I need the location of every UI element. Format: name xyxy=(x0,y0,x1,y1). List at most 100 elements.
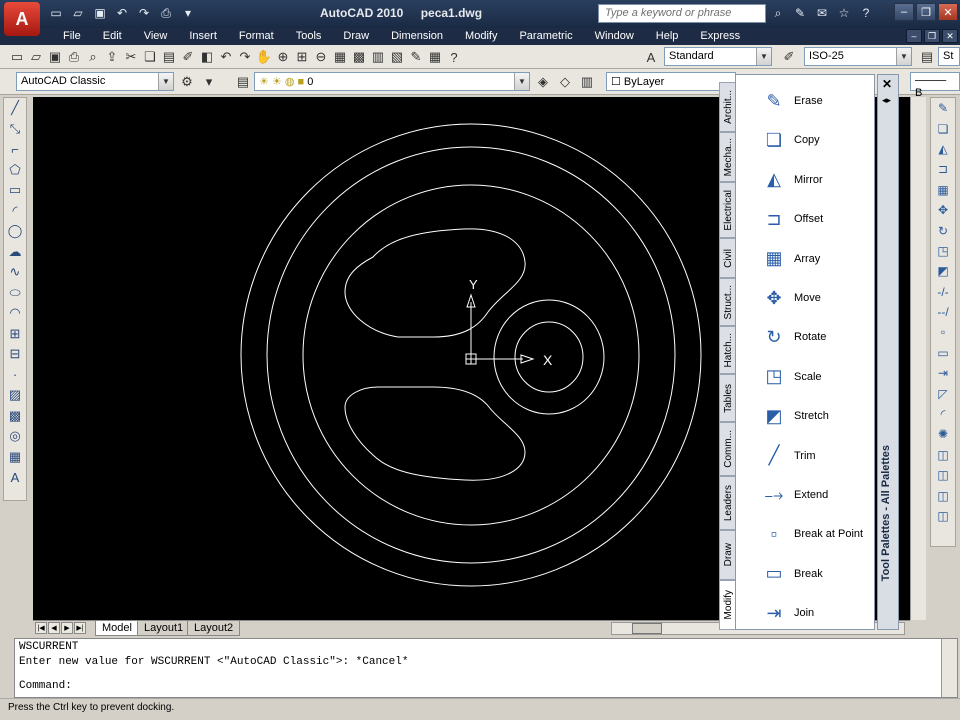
make-block-icon[interactable]: ⊟ xyxy=(4,344,26,365)
menu-dimension[interactable]: Dimension xyxy=(380,29,454,43)
palette-tool-trim[interactable]: ╱ Trim xyxy=(760,441,880,471)
draworder-under-icon[interactable]: ◫ xyxy=(931,506,955,526)
revcloud-icon[interactable]: ☁ xyxy=(4,242,26,263)
break-at-point-icon[interactable]: ▫ xyxy=(931,322,955,342)
copy-icon[interactable]: ❏ xyxy=(931,118,955,138)
redo-icon[interactable]: ↷ xyxy=(134,4,154,22)
pan-icon[interactable]: ✋ xyxy=(255,48,273,66)
break-icon[interactable]: ▭ xyxy=(931,343,955,363)
tool-palettes-icon[interactable]: ▥ xyxy=(369,48,387,66)
close-icon[interactable]: ✕ xyxy=(882,77,892,91)
paste-icon[interactable]: ▤ xyxy=(160,48,178,66)
save-icon[interactable]: ▣ xyxy=(90,4,110,22)
draworder-above-icon[interactable]: ◫ xyxy=(931,485,955,505)
palette-tool-stretch[interactable]: ◩ Stretch xyxy=(760,401,880,431)
chevron-down-icon[interactable]: ▼ xyxy=(896,48,911,65)
layer-states-icon[interactable]: ▥ xyxy=(578,73,596,91)
help-icon[interactable]: ? xyxy=(445,48,463,66)
last-tab-icon[interactable]: ▶| xyxy=(74,622,86,634)
scroll-thumb[interactable] xyxy=(632,623,662,634)
chevron-down-icon[interactable]: ▼ xyxy=(158,73,173,90)
command-scrollbar[interactable] xyxy=(941,639,957,697)
text-style-select[interactable]: Standard ▼ xyxy=(664,47,772,66)
palette-titlebar[interactable]: ✕ ◂▸ Tool Palettes - All Palettes xyxy=(877,74,899,630)
copy-clip-icon[interactable]: ❏ xyxy=(141,48,159,66)
zoom-previous-icon[interactable]: ⊖ xyxy=(312,48,330,66)
palette-tool-rotate[interactable]: ↻ Rotate xyxy=(760,322,880,352)
menu-view[interactable]: View xyxy=(133,29,179,43)
next-tab-icon[interactable]: ▶ xyxy=(61,622,73,634)
markup-icon[interactable]: ✎ xyxy=(407,48,425,66)
trim-icon[interactable]: -/- xyxy=(931,282,955,302)
menu-insert[interactable]: Insert xyxy=(178,29,228,43)
redo-icon[interactable]: ↷ xyxy=(236,48,254,66)
help-search-input[interactable]: Type a keyword or phrase xyxy=(598,4,766,23)
palette-tool-scale[interactable]: ◳ Scale xyxy=(760,362,880,392)
make-current-layer-icon[interactable]: ◈ xyxy=(534,73,552,91)
application-menu-button[interactable]: A xyxy=(4,2,40,36)
text-style-icon[interactable]: A xyxy=(642,48,660,66)
line-icon[interactable]: ╱ xyxy=(4,98,26,119)
workspace-tools-icon[interactable]: ▾ xyxy=(200,73,218,91)
offset-icon[interactable]: ⊐ xyxy=(931,159,955,179)
menu-edit[interactable]: Edit xyxy=(92,29,133,43)
open-icon[interactable]: ▱ xyxy=(68,4,88,22)
zoom-realtime-icon[interactable]: ⊕ xyxy=(274,48,292,66)
move-icon[interactable]: ✥ xyxy=(931,200,955,220)
menu-express[interactable]: Express xyxy=(689,29,751,43)
color-select[interactable]: ☐ ByLayer xyxy=(606,72,736,91)
mirror-icon[interactable]: ◭ xyxy=(931,139,955,159)
chevron-down-icon[interactable]: ▼ xyxy=(514,73,529,90)
chevron-down-icon[interactable]: ▼ xyxy=(756,48,771,65)
palette-tool-break[interactable]: ▭ Break xyxy=(760,559,880,589)
dim-style-select[interactable]: ISO-25 ▼ xyxy=(804,47,912,66)
favorites-icon[interactable]: ☆ xyxy=(834,4,854,22)
polygon-icon[interactable]: ⬠ xyxy=(4,160,26,181)
menu-window[interactable]: Window xyxy=(584,29,645,43)
spline-icon[interactable]: ∿ xyxy=(4,262,26,283)
menu-file[interactable]: File xyxy=(52,29,92,43)
ellipse-icon[interactable]: ⬭ xyxy=(4,283,26,304)
layer-previous-icon[interactable]: ◇ xyxy=(556,73,574,91)
chamfer-icon[interactable]: ◸ xyxy=(931,383,955,403)
match-properties-icon[interactable]: ✐ xyxy=(179,48,197,66)
ellipse-arc-icon[interactable]: ◠ xyxy=(4,303,26,324)
layer-select[interactable]: ☀ ☀ ◍ ■ 0 ▼ xyxy=(254,72,530,91)
extend-icon[interactable]: --/ xyxy=(931,302,955,322)
menu-help[interactable]: Help xyxy=(645,29,690,43)
undo-icon[interactable]: ↶ xyxy=(112,4,132,22)
tab-layout2[interactable]: Layout2 xyxy=(187,621,241,636)
workspace-settings-icon[interactable]: ⚙ xyxy=(178,73,196,91)
command-window[interactable]: WSCURRENT Enter new value for WSCURRENT … xyxy=(14,638,958,698)
menu-tools[interactable]: Tools xyxy=(285,29,333,43)
menu-format[interactable]: Format xyxy=(228,29,285,43)
zoom-window-icon[interactable]: ⊞ xyxy=(293,48,311,66)
command-prompt[interactable]: Command: xyxy=(19,680,72,694)
print-icon[interactable]: ⎙ xyxy=(156,4,176,22)
first-tab-icon[interactable]: |◀ xyxy=(35,622,47,634)
undo-icon[interactable]: ↶ xyxy=(217,48,235,66)
menu-draw[interactable]: Draw xyxy=(332,29,380,43)
restore-icon[interactable]: ❐ xyxy=(916,3,936,21)
cut-icon[interactable]: ✂ xyxy=(122,48,140,66)
canvas-vertical-scrollbar[interactable] xyxy=(910,97,926,620)
doc-minimize-icon[interactable]: – xyxy=(906,29,922,43)
layer-properties-icon[interactable]: ▤ xyxy=(234,73,252,91)
draworder-back-icon[interactable]: ◫ xyxy=(931,465,955,485)
palette-tool-join[interactable]: ⇥ Join xyxy=(760,598,880,628)
palette-tool-extend[interactable]: ⤍ Extend xyxy=(760,480,880,510)
tab-model[interactable]: Model xyxy=(95,621,139,636)
communication-icon[interactable]: ✉ xyxy=(812,4,832,22)
open-icon[interactable]: ▱ xyxy=(27,48,45,66)
properties-icon[interactable]: ▦ xyxy=(331,48,349,66)
palette-tool-erase[interactable]: ✎ Erase xyxy=(760,86,880,116)
doc-restore-icon[interactable]: ❐ xyxy=(924,29,940,43)
help-icon[interactable]: ? xyxy=(856,4,876,22)
block-editor-icon[interactable]: ◧ xyxy=(198,48,216,66)
menu-modify[interactable]: Modify xyxy=(454,29,508,43)
palette-tool-offset[interactable]: ⊐ Offset xyxy=(760,204,880,234)
rotate-icon[interactable]: ↻ xyxy=(931,220,955,240)
rectangle-icon[interactable]: ▭ xyxy=(4,180,26,201)
scale-icon[interactable]: ◳ xyxy=(931,241,955,261)
hatch-icon[interactable]: ▨ xyxy=(4,385,26,406)
